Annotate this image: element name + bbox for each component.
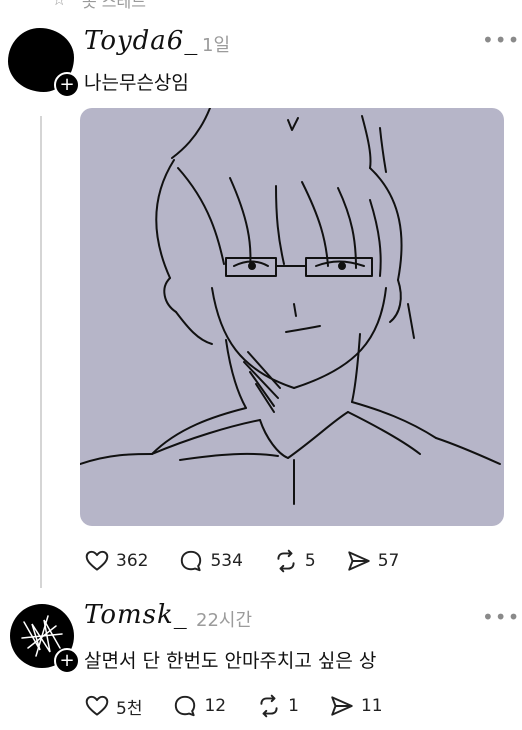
comment-bubble-icon	[181, 550, 202, 572]
repost-count: 5	[304, 551, 316, 571]
send-icon	[348, 551, 370, 571]
heart-icon	[85, 550, 109, 571]
more-dots-icon[interactable]: •••	[482, 30, 520, 50]
username[interactable]: Toyda6_	[84, 26, 198, 56]
reply-count: 534	[210, 551, 243, 571]
like-count: 362	[116, 551, 149, 571]
reply-button[interactable]: 534	[178, 548, 243, 574]
plus-badge-icon[interactable]: +	[54, 72, 80, 98]
reply-button[interactable]: 12	[172, 693, 226, 719]
post-image-sketch[interactable]	[80, 108, 504, 526]
share-button[interactable]: 11	[329, 693, 383, 719]
more-dots-icon[interactable]: •••	[482, 607, 520, 627]
repost-button[interactable]: 5	[273, 548, 316, 574]
comment-bubble-icon	[175, 695, 196, 717]
reply-count: 12	[204, 696, 227, 716]
plus-badge-icon[interactable]: +	[54, 648, 80, 674]
timestamp: 22시간	[196, 610, 253, 631]
post-actions: 362 534 5 57	[84, 548, 429, 574]
share-count: 11	[360, 696, 383, 716]
post-actions: 5천 12 1 11	[84, 693, 413, 719]
username[interactable]: Tomsk_	[84, 600, 188, 630]
share-count: 57	[377, 551, 400, 571]
timestamp: 1일	[202, 35, 231, 56]
repost-button[interactable]: 1	[256, 693, 299, 719]
repost-count: 1	[288, 696, 299, 716]
post-text: 살면서 단 한번도 안마주치고 싶은 상	[84, 650, 377, 672]
top-strip-label: 옷 스레드	[82, 0, 146, 11]
star-icon: ☆	[52, 0, 66, 9]
heart-icon	[85, 695, 109, 716]
like-count: 5천	[116, 698, 143, 719]
repost-icon	[277, 549, 295, 573]
send-icon	[331, 696, 353, 716]
post-text: 나는무슨상임	[84, 72, 189, 94]
share-button[interactable]: 57	[346, 548, 400, 574]
top-strip: ☆ 옷 스레드	[0, 0, 522, 14]
repost-icon	[260, 694, 278, 718]
like-button[interactable]: 5천	[84, 693, 142, 719]
like-button[interactable]: 362	[84, 548, 148, 574]
thread-line	[40, 116, 42, 588]
